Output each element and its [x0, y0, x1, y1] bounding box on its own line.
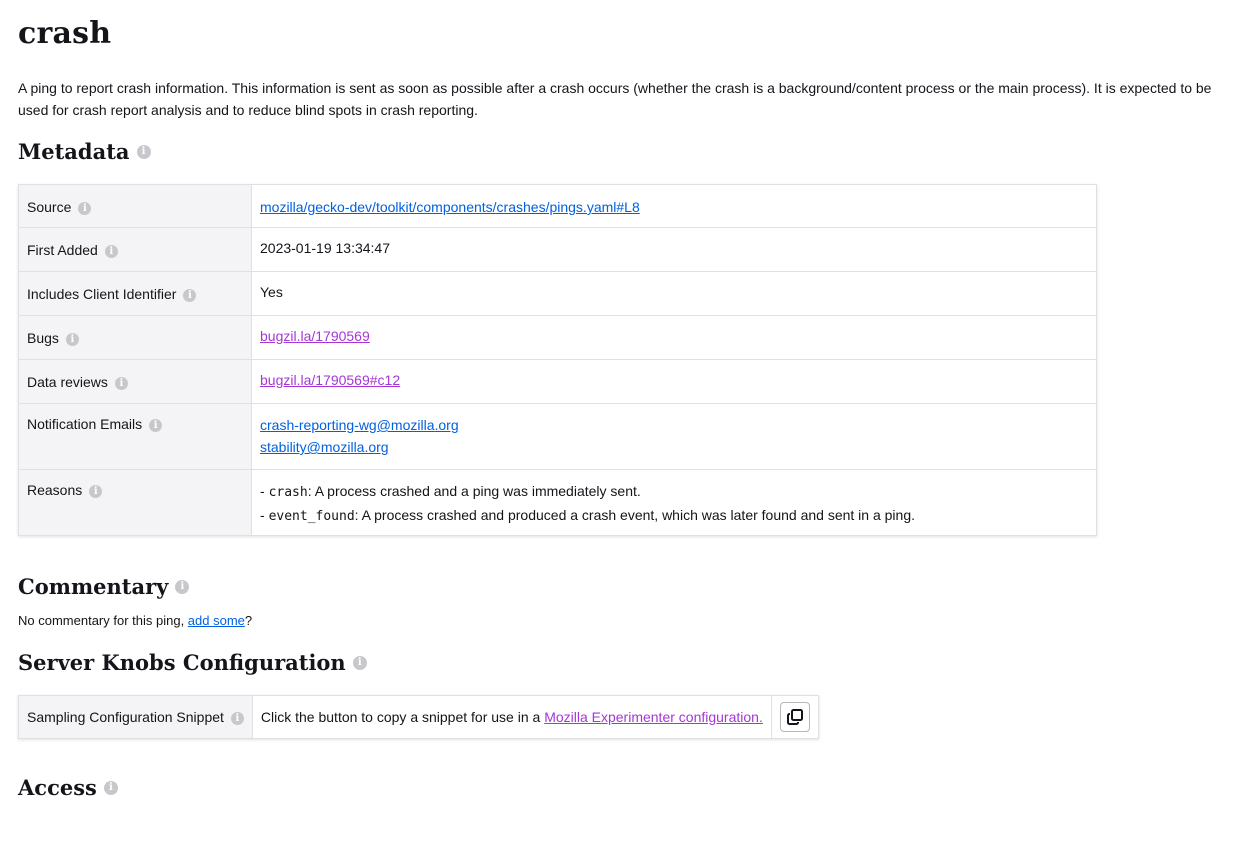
- reason-code: crash: [268, 485, 308, 500]
- row-label: Data reviews i: [18, 359, 252, 404]
- info-icon[interactable]: i: [65, 333, 79, 346]
- row-value: - crash: A process crashed and a ping wa…: [251, 469, 1097, 536]
- table-row: First Added i 2023-01-19 13:34:47: [18, 227, 1097, 272]
- row-value: Click the button to copy a snippet for u…: [251, 695, 772, 739]
- reasons-label: Reasons: [27, 482, 83, 498]
- metadata-heading-text: Metadata: [18, 139, 130, 164]
- info-icon[interactable]: i: [183, 289, 197, 302]
- info-icon[interactable]: i: [149, 419, 163, 432]
- table-row: Bugs i bugzil.la/1790569: [18, 315, 1097, 360]
- table-row: Reasons i - crash: A process crashed and …: [18, 469, 1097, 536]
- add-commentary-link[interactable]: add some: [188, 613, 245, 628]
- sampling-config-label: Sampling Configuration Snippet: [27, 709, 224, 725]
- email-link[interactable]: stability@mozilla.org: [260, 439, 389, 455]
- copy-cell: [770, 695, 819, 739]
- info-icon[interactable]: i: [136, 144, 151, 159]
- experimenter-link[interactable]: Mozilla Experimenter configuration.: [544, 709, 763, 725]
- data-reviews-label: Data reviews: [27, 374, 108, 390]
- page: crash A ping to report crash information…: [0, 0, 1244, 800]
- reason-item: - crash: A process crashed and a ping wa…: [260, 483, 641, 500]
- copy-snippet-button[interactable]: [779, 702, 810, 732]
- row-value: crash-reporting-wg@mozilla.org stability…: [251, 403, 1097, 470]
- info-icon[interactable]: i: [230, 712, 244, 725]
- notification-emails-label: Notification Emails: [27, 416, 143, 432]
- table-row: Notification Emails i crash-reporting-wg@…: [18, 403, 1097, 470]
- bugs-label: Bugs: [27, 330, 59, 346]
- row-label: Reasons i: [18, 469, 252, 536]
- row-value: bugzil.la/1790569#c12: [251, 359, 1097, 404]
- data-review-link[interactable]: bugzil.la/1790569#c12: [260, 372, 400, 388]
- info-icon[interactable]: i: [78, 202, 92, 215]
- info-icon[interactable]: i: [103, 780, 118, 795]
- metadata-heading: Metadata i: [18, 139, 1226, 164]
- reason-item: - event_found: A process crashed and pro…: [260, 507, 916, 524]
- source-label: Source: [27, 199, 72, 215]
- info-icon[interactable]: i: [104, 245, 118, 258]
- first-added-label: First Added: [27, 242, 98, 258]
- row-label: Notification Emails i: [18, 403, 252, 470]
- row-value: bugzil.la/1790569: [251, 315, 1097, 360]
- reason-code: event_found: [268, 509, 355, 524]
- commentary-heading-text: Commentary: [18, 574, 169, 599]
- ping-description: A ping to report crash information. This…: [18, 80, 1212, 118]
- row-value: mozilla/gecko-dev/toolkit/components/cra…: [251, 184, 1097, 228]
- bug-link[interactable]: bugzil.la/1790569: [260, 328, 370, 344]
- table-row: Source i mozilla/gecko-dev/toolkit/compon…: [18, 184, 1097, 228]
- row-label: First Added i: [18, 227, 252, 272]
- row-label: Sampling Configuration Snippet i: [18, 695, 253, 739]
- info-icon[interactable]: i: [114, 377, 128, 390]
- metadata-table: Source i mozilla/gecko-dev/toolkit/compon…: [18, 184, 1097, 536]
- first-added-value: 2023-01-19 13:34:47: [251, 227, 1097, 272]
- info-icon[interactable]: i: [175, 579, 190, 594]
- access-heading: Access i: [18, 775, 1226, 800]
- row-label: Bugs i: [18, 315, 252, 360]
- reason-text: : A process crashed and a ping was immed…: [307, 483, 641, 499]
- commentary-heading: Commentary i: [18, 574, 1226, 599]
- email-link[interactable]: crash-reporting-wg@mozilla.org: [260, 417, 459, 433]
- client-identifier-label: Includes Client Identifier: [27, 286, 177, 302]
- row-label: Includes Client Identifier i: [18, 271, 252, 316]
- page-title: crash: [18, 16, 112, 51]
- info-icon[interactable]: i: [352, 655, 367, 670]
- server-knobs-heading-text: Server Knobs Configuration: [18, 650, 346, 675]
- table-row: Sampling Configuration Snippet i Click th…: [18, 695, 819, 739]
- server-knobs-table: Sampling Configuration Snippet i Click th…: [18, 695, 819, 739]
- commentary-text: No commentary for this ping, add some?: [18, 613, 253, 628]
- table-row: Data reviews i bugzil.la/1790569#c12: [18, 359, 1097, 404]
- info-icon[interactable]: i: [89, 485, 103, 498]
- server-knobs-heading: Server Knobs Configuration i: [18, 650, 1226, 675]
- reason-text: : A process crashed and produced a crash…: [354, 507, 916, 523]
- row-label: Source i: [18, 184, 252, 228]
- client-identifier-value: Yes: [251, 271, 1097, 316]
- source-link[interactable]: mozilla/gecko-dev/toolkit/components/cra…: [260, 199, 640, 215]
- table-row: Includes Client Identifier i Yes: [18, 271, 1097, 316]
- copy-icon: [786, 709, 803, 725]
- access-heading-text: Access: [18, 775, 97, 800]
